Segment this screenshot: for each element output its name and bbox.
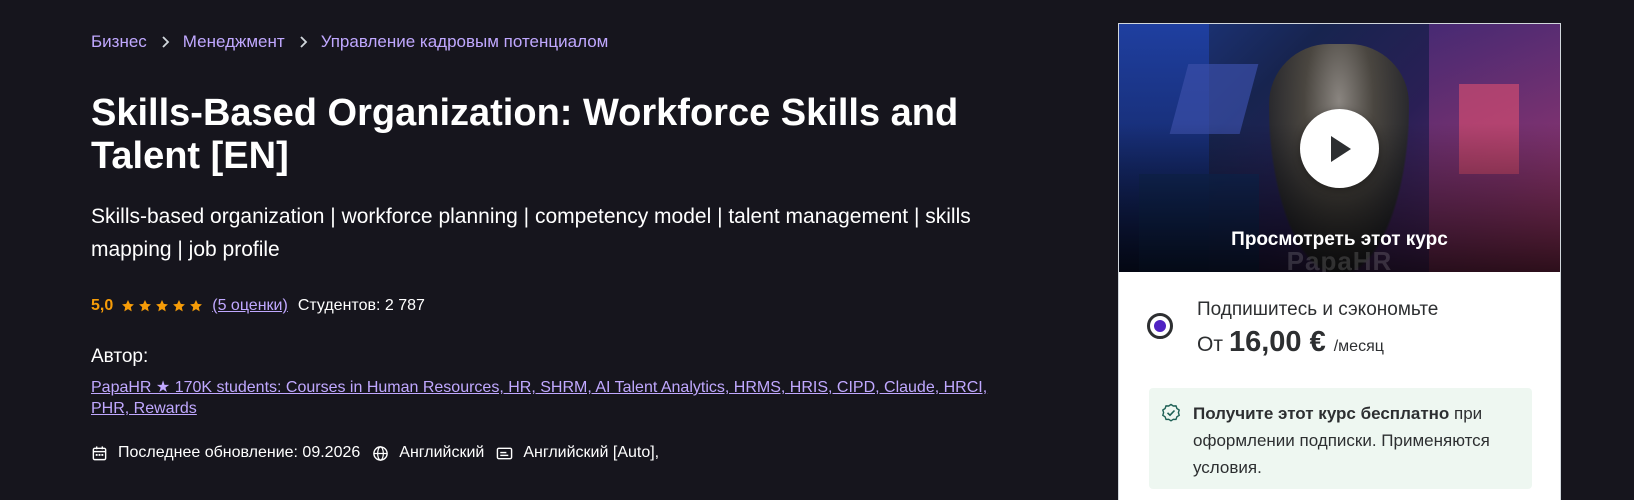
breadcrumb-item-talent[interactable]: Управление кадровым потенциалом <box>321 32 609 52</box>
rating-row: 5,0 (5 оценки) Студентов: 2 787 <box>91 297 425 315</box>
globe-icon <box>373 445 389 461</box>
students-count: Студентов: 2 787 <box>297 297 425 314</box>
star-icon <box>122 300 135 312</box>
last-updated-text: Последнее обновление: 09.2026 <box>118 444 361 461</box>
breadcrumb-item-business[interactable]: Бизнес <box>91 32 147 52</box>
captions-icon <box>497 447 513 459</box>
rating-count-link[interactable]: (5 оценки) <box>212 297 288 315</box>
price-from: От <box>1197 333 1223 356</box>
subscription-promo: Получите этот курс бесплатно при оформле… <box>1149 388 1532 489</box>
check-badge-icon <box>1161 403 1181 422</box>
promo-bold: Получите этот курс бесплатно <box>1193 404 1450 423</box>
plan-title: Подпишитесь и сэкономьте <box>1197 299 1439 320</box>
author-label: Автор: <box>91 346 149 367</box>
captions-text: Английский [Auto], <box>523 444 660 461</box>
star-icon <box>156 300 169 312</box>
star-icon <box>139 300 152 312</box>
subscription-plan[interactable]: Подпишитесь и сэкономьте От 16,00 € /мес… <box>1147 297 1438 359</box>
language: Английский <box>372 444 484 462</box>
play-button[interactable] <box>1300 109 1379 188</box>
price-period: /месяц <box>1333 338 1384 355</box>
preview-label: Просмотреть этот курс <box>1231 229 1448 250</box>
price-amount: 16,00 € <box>1228 326 1326 358</box>
calendar-icon <box>92 445 107 460</box>
star-icon <box>173 300 186 312</box>
course-preview[interactable]: PapaHR Просмотреть этот курс <box>1119 24 1560 272</box>
course-meta: Последнее обновление: 09.2026 Английский… <box>91 444 671 462</box>
author-link[interactable]: PapaHR ★ 170K students: Courses in Human… <box>91 377 991 419</box>
breadcrumb: Бизнес Менеджмент Управление кадровым по… <box>91 32 608 52</box>
breadcrumb-item-management[interactable]: Менеджмент <box>183 32 285 52</box>
chevron-right-icon <box>160 36 170 48</box>
play-icon <box>1330 135 1351 162</box>
purchase-card: PapaHR Просмотреть этот курс Подпишитесь… <box>1118 23 1561 500</box>
rating-value: 5,0 <box>91 297 114 314</box>
plan-radio[interactable] <box>1147 313 1173 339</box>
language-text: Английский <box>399 444 485 461</box>
captions: Английский [Auto], <box>496 444 659 462</box>
last-updated: Последнее обновление: 09.2026 <box>91 444 360 462</box>
plan-price: От 16,00 € /месяц <box>1197 326 1438 359</box>
star-icon <box>190 300 203 312</box>
course-title: Skills-Based Organization: Workforce Ski… <box>91 92 959 177</box>
course-subtitle: Skills-based organization | workforce pl… <box>91 205 971 261</box>
chevron-right-icon <box>298 36 308 48</box>
rating-stars <box>121 299 203 313</box>
